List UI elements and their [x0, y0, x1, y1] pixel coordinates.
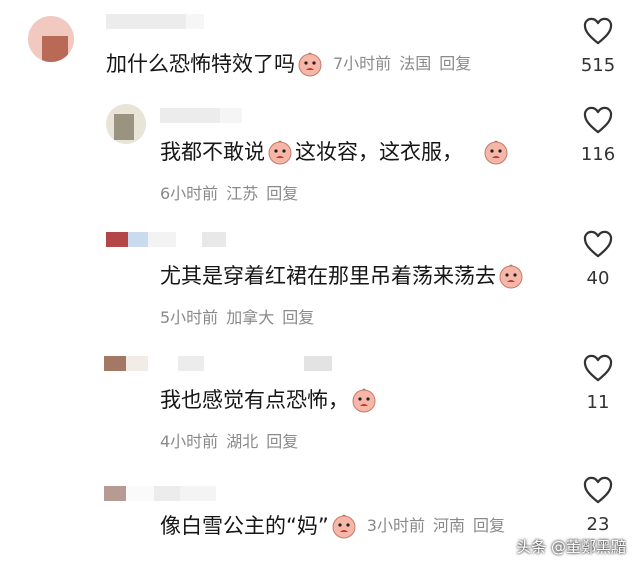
tearful-face-icon [351, 387, 377, 413]
username-blurred[interactable] [160, 108, 242, 123]
comment-meta: 4小时前 湖北 回复 [160, 428, 298, 452]
like-count: 40 [586, 268, 610, 289]
heart-icon[interactable] [583, 17, 613, 45]
crying-face-icon [483, 139, 509, 165]
timestamp: 3小时前 [366, 516, 425, 535]
comment-body: 像白雪公主的“妈” [160, 514, 329, 538]
location: 河南 [432, 516, 465, 535]
username-blurred[interactable] [106, 232, 226, 247]
comment-body: 尤其是穿着红裙在那里吊着荡来荡去 [160, 264, 496, 288]
like-button[interactable]: 116 [576, 106, 620, 165]
like-count: 11 [586, 392, 610, 413]
comment-meta: 6小时前 江苏 回复 [160, 180, 298, 204]
heart-icon[interactable] [583, 230, 613, 258]
scared-face-icon [331, 513, 357, 539]
location: 湖北 [226, 432, 259, 451]
heart-icon[interactable] [583, 354, 613, 382]
comment-meta: 7小时前 法国 回复 [333, 50, 471, 78]
comment-meta: 5小时前 加拿大 回复 [160, 304, 314, 328]
reply-button[interactable]: 回复 [473, 512, 505, 540]
timestamp: 6小时前 [160, 184, 219, 203]
username-blurred[interactable] [104, 356, 204, 371]
comment-text: 加什么恐怖特效了吗 7小时前 法国 回复 [106, 50, 471, 78]
like-count: 23 [586, 514, 610, 535]
reply-button[interactable]: 回复 [439, 50, 471, 78]
like-button[interactable]: 23 [576, 476, 620, 535]
comment-text: 我也感觉有点恐怖， [160, 386, 379, 414]
comment-body: 我都不敢说 [160, 140, 265, 164]
username-blurred[interactable] [104, 486, 216, 501]
reply-button[interactable]: 回复 [266, 428, 298, 452]
timestamp: 5小时前 [160, 308, 219, 327]
like-button[interactable]: 40 [576, 230, 620, 289]
comment-text: 尤其是穿着红裙在那里吊着荡来荡去 [160, 262, 526, 290]
like-button[interactable]: 515 [576, 17, 620, 76]
username-blurred[interactable] [106, 14, 204, 29]
username-blurred-2 [304, 356, 332, 371]
avatar[interactable] [28, 16, 74, 62]
avatar[interactable] [106, 104, 146, 144]
comment-meta: 3小时前 河南 回复 [367, 512, 505, 540]
timestamp: 7小时前 [333, 54, 392, 73]
like-count: 515 [580, 55, 616, 76]
heart-icon[interactable] [583, 106, 613, 134]
location: 法国 [399, 54, 432, 73]
like-count: 116 [580, 144, 616, 165]
heart-icon[interactable] [583, 476, 613, 504]
location: 江苏 [226, 184, 259, 203]
timestamp: 4小时前 [160, 432, 219, 451]
reply-button[interactable]: 回复 [266, 180, 298, 204]
watermark: 头条 @董鄭黑黯 [516, 538, 626, 556]
like-button[interactable]: 11 [576, 354, 620, 413]
location: 加拿大 [226, 308, 275, 327]
reply-button[interactable]: 回复 [282, 304, 314, 328]
shy-face-icon [267, 139, 293, 165]
comment-body-cont: 这妆容，这衣服， [295, 140, 463, 164]
crying-face-icon [297, 51, 323, 77]
comment-body: 加什么恐怖特效了吗 [106, 52, 295, 76]
comment-body: 我也感觉有点恐怖， [160, 388, 349, 412]
comment-text: 我都不敢说 这妆容，这衣服， [160, 138, 511, 166]
scared-face-icon [498, 263, 524, 289]
comment-text: 像白雪公主的“妈” 3小时前 河南 回复 [160, 512, 505, 540]
